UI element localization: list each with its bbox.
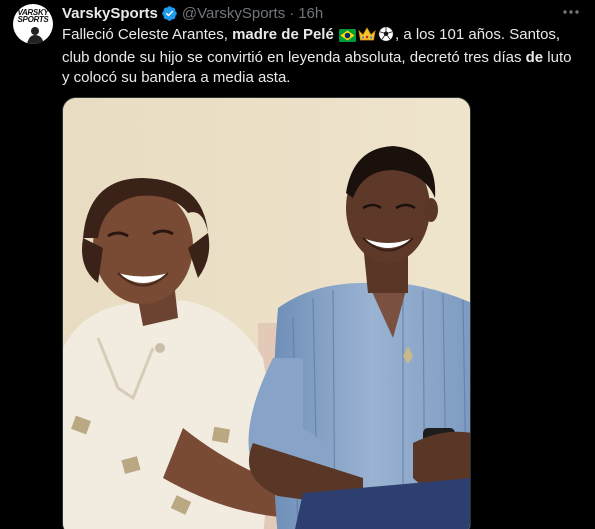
brazil-flag-icon <box>338 28 356 48</box>
verified-badge-icon[interactable] <box>161 5 178 22</box>
author-handle[interactable]: @VarskySports <box>182 5 285 22</box>
author-display-name[interactable]: VarskySports <box>62 5 158 22</box>
crown-icon <box>358 27 376 48</box>
tweet-timestamp[interactable]: 16h <box>298 5 323 22</box>
photo-image <box>63 98 470 529</box>
tweet-text-part1: Falleció Celeste Arantes, <box>62 26 233 43</box>
tweet-text-bold1: madre de Pelé <box>232 26 334 43</box>
avatar[interactable]: VARSKY SPORTS <box>13 4 53 44</box>
separator-dot: · <box>289 4 295 22</box>
avatar-person-icon <box>27 27 44 44</box>
soccer-ball-icon <box>378 26 394 48</box>
tweet: VARSKY SPORTS VarskySports @VarskySports… <box>0 0 595 529</box>
tweet-header: VarskySports @VarskySports · 16h <box>62 3 323 23</box>
tweet-text-bold2: de <box>525 49 544 66</box>
tweet-text: Falleció Celeste Arantes, madre de Pelé … <box>62 25 582 88</box>
more-options-icon[interactable] <box>562 4 580 20</box>
tweet-photo[interactable] <box>62 97 471 529</box>
